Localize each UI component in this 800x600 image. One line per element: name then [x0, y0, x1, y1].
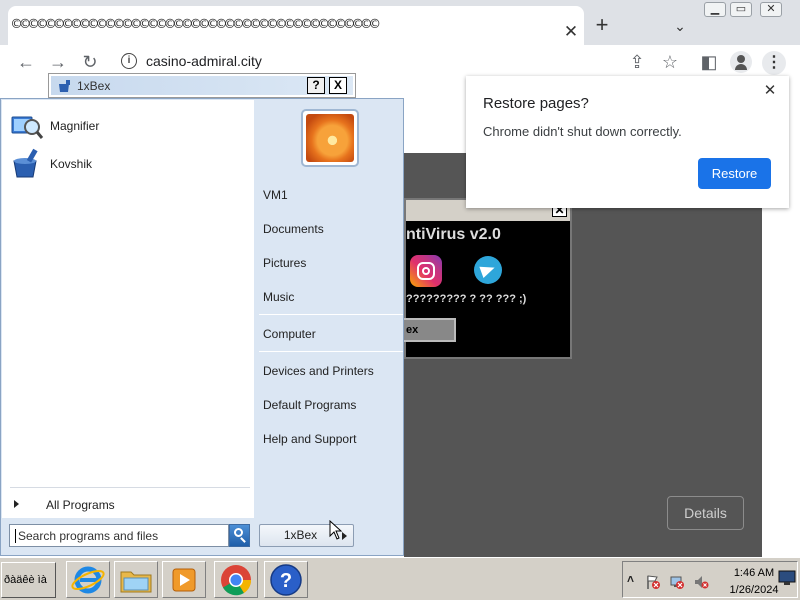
program-kovshik[interactable]: Kovshik — [10, 147, 250, 181]
separator — [10, 487, 250, 488]
window-close-icon[interactable]: ✕ — [760, 2, 782, 17]
start-item-default-programs[interactable]: Default Programs — [263, 398, 356, 412]
details-button[interactable]: Details — [667, 496, 744, 530]
start-search-input[interactable]: Search programs and files — [9, 524, 229, 547]
magnifier-icon — [11, 116, 44, 139]
network-icon[interactable] — [669, 574, 685, 590]
program-label: Magnifier — [50, 119, 100, 133]
start-item-music[interactable]: Music — [263, 290, 294, 304]
start-item-documents[interactable]: Documents — [263, 222, 324, 236]
bex-window-title: 1xBex — [77, 79, 111, 93]
kovshik-icon — [13, 148, 38, 178]
site-info-icon[interactable]: i — [121, 53, 137, 69]
share-icon[interactable]: ⇪ — [625, 51, 649, 73]
program-magnifier[interactable]: Magnifier — [10, 109, 250, 143]
restore-dialog-title: Restore pages? — [483, 95, 589, 112]
file-explorer-icon — [120, 571, 152, 593]
start-item-computer[interactable]: Computer — [263, 327, 316, 341]
restore-button[interactable]: Restore — [698, 158, 771, 189]
system-tray: ˄ 1:46 AM 1/26/2024 — [622, 561, 798, 598]
antivirus-window: ✕ ntiVirus v2.0 ????????? ? ?? ??? ;) ex — [402, 198, 572, 359]
tab-search-chevron-icon[interactable]: ⌄ — [668, 14, 692, 38]
search-icon[interactable] — [229, 524, 250, 547]
bookmark-star-icon[interactable]: ☆ — [658, 51, 682, 73]
telegram-icon[interactable] — [474, 256, 502, 284]
back-icon[interactable]: ← — [14, 51, 38, 73]
kovshik-icon — [59, 80, 70, 92]
all-programs-link[interactable]: All Programs — [46, 498, 115, 512]
new-tab-icon[interactable]: + — [590, 14, 614, 38]
tab-close-icon[interactable]: ✕ — [560, 21, 582, 43]
user-avatar[interactable] — [301, 109, 359, 167]
show-hidden-icons-icon[interactable]: ˄ — [627, 572, 634, 586]
reload-icon[interactable]: ↻ — [78, 51, 102, 73]
taskbar-app-help[interactable]: ? — [264, 561, 308, 598]
taskbar-app-media-player[interactable] — [162, 561, 206, 598]
chrome-icon — [221, 565, 252, 596]
program-label: Kovshik — [50, 157, 93, 171]
internet-explorer-icon — [71, 566, 105, 594]
separator — [259, 351, 403, 352]
volume-icon[interactable] — [693, 574, 709, 590]
svg-text:?: ? — [280, 570, 292, 592]
restore-dialog-message: Chrome didn't shut down correctly. — [483, 124, 682, 139]
bex-window-bar: 1xBex ? X — [48, 73, 356, 98]
antivirus-title: ntiVirus v2.0 — [406, 226, 501, 243]
antivirus-button[interactable]: ex — [402, 318, 456, 342]
tab-strip: ©©©©©©©©©©©©©©©©©©©©©©©©©©©©©©©©©©©©©©©©… — [0, 0, 800, 45]
taskbar-app-file-explorer[interactable] — [114, 561, 158, 598]
separator — [259, 314, 403, 315]
maximize-icon[interactable]: ▭ — [730, 2, 752, 17]
bex-close-button[interactable]: X — [329, 77, 347, 94]
start-item-devices-printers[interactable]: Devices and Printers — [263, 364, 374, 378]
side-panel-icon[interactable]: ◧ — [697, 51, 721, 73]
start-menu: Magnifier Kovshik All Programs Search pr… — [0, 98, 404, 556]
taskbar-app-internet-explorer[interactable] — [66, 561, 110, 598]
taskbar-app-chrome[interactable] — [214, 561, 258, 598]
action-center-flag-icon[interactable] — [645, 574, 661, 590]
all-programs-arrow-icon — [14, 500, 19, 508]
antivirus-text: ????????? ? ?? ??? ;) — [406, 293, 527, 305]
restore-pages-dialog: Restore pages? Chrome didn't shut down c… — [466, 76, 789, 208]
profile-icon[interactable] — [730, 51, 752, 73]
instagram-icon[interactable] — [410, 255, 442, 287]
search-placeholder: Search programs and files — [15, 529, 158, 543]
browser-tab[interactable]: ©©©©©©©©©©©©©©©©©©©©©©©©©©©©©©©©©©©©©©©©… — [8, 6, 584, 45]
restore-dialog-close-icon[interactable]: ✕ — [761, 82, 779, 100]
tab-title: ©©©©©©©©©©©©©©©©©©©©©©©©©©©©©©©©©©©©©©©©… — [12, 15, 379, 33]
start-item-pictures[interactable]: Pictures — [263, 256, 306, 270]
address-bar[interactable]: casino-admiral.city — [146, 53, 262, 69]
forward-icon[interactable]: → — [46, 51, 70, 73]
flower-picture — [306, 114, 354, 162]
help-icon: ? — [270, 564, 302, 596]
start-menu-programs-pane: Magnifier Kovshik All Programs — [2, 100, 254, 518]
bex-help-button[interactable]: ? — [307, 77, 325, 94]
taskbar: ðàäêè ìà ? ˄ 1:46 AM 1/26/2024 — [0, 557, 800, 600]
start-button[interactable]: ðàäêè ìà — [1, 562, 56, 598]
browser-menu-icon[interactable]: ⋮ — [762, 51, 786, 75]
minimize-icon[interactable]: ▁ — [704, 2, 726, 17]
bex-titlebar: 1xBex ? X — [51, 76, 353, 95]
media-player-icon — [172, 568, 196, 592]
start-item-vm1[interactable]: VM1 — [263, 188, 288, 202]
show-desktop-icon[interactable] — [778, 570, 796, 586]
start-item-help-support[interactable]: Help and Support — [263, 432, 356, 446]
mouse-cursor-icon — [329, 520, 343, 540]
